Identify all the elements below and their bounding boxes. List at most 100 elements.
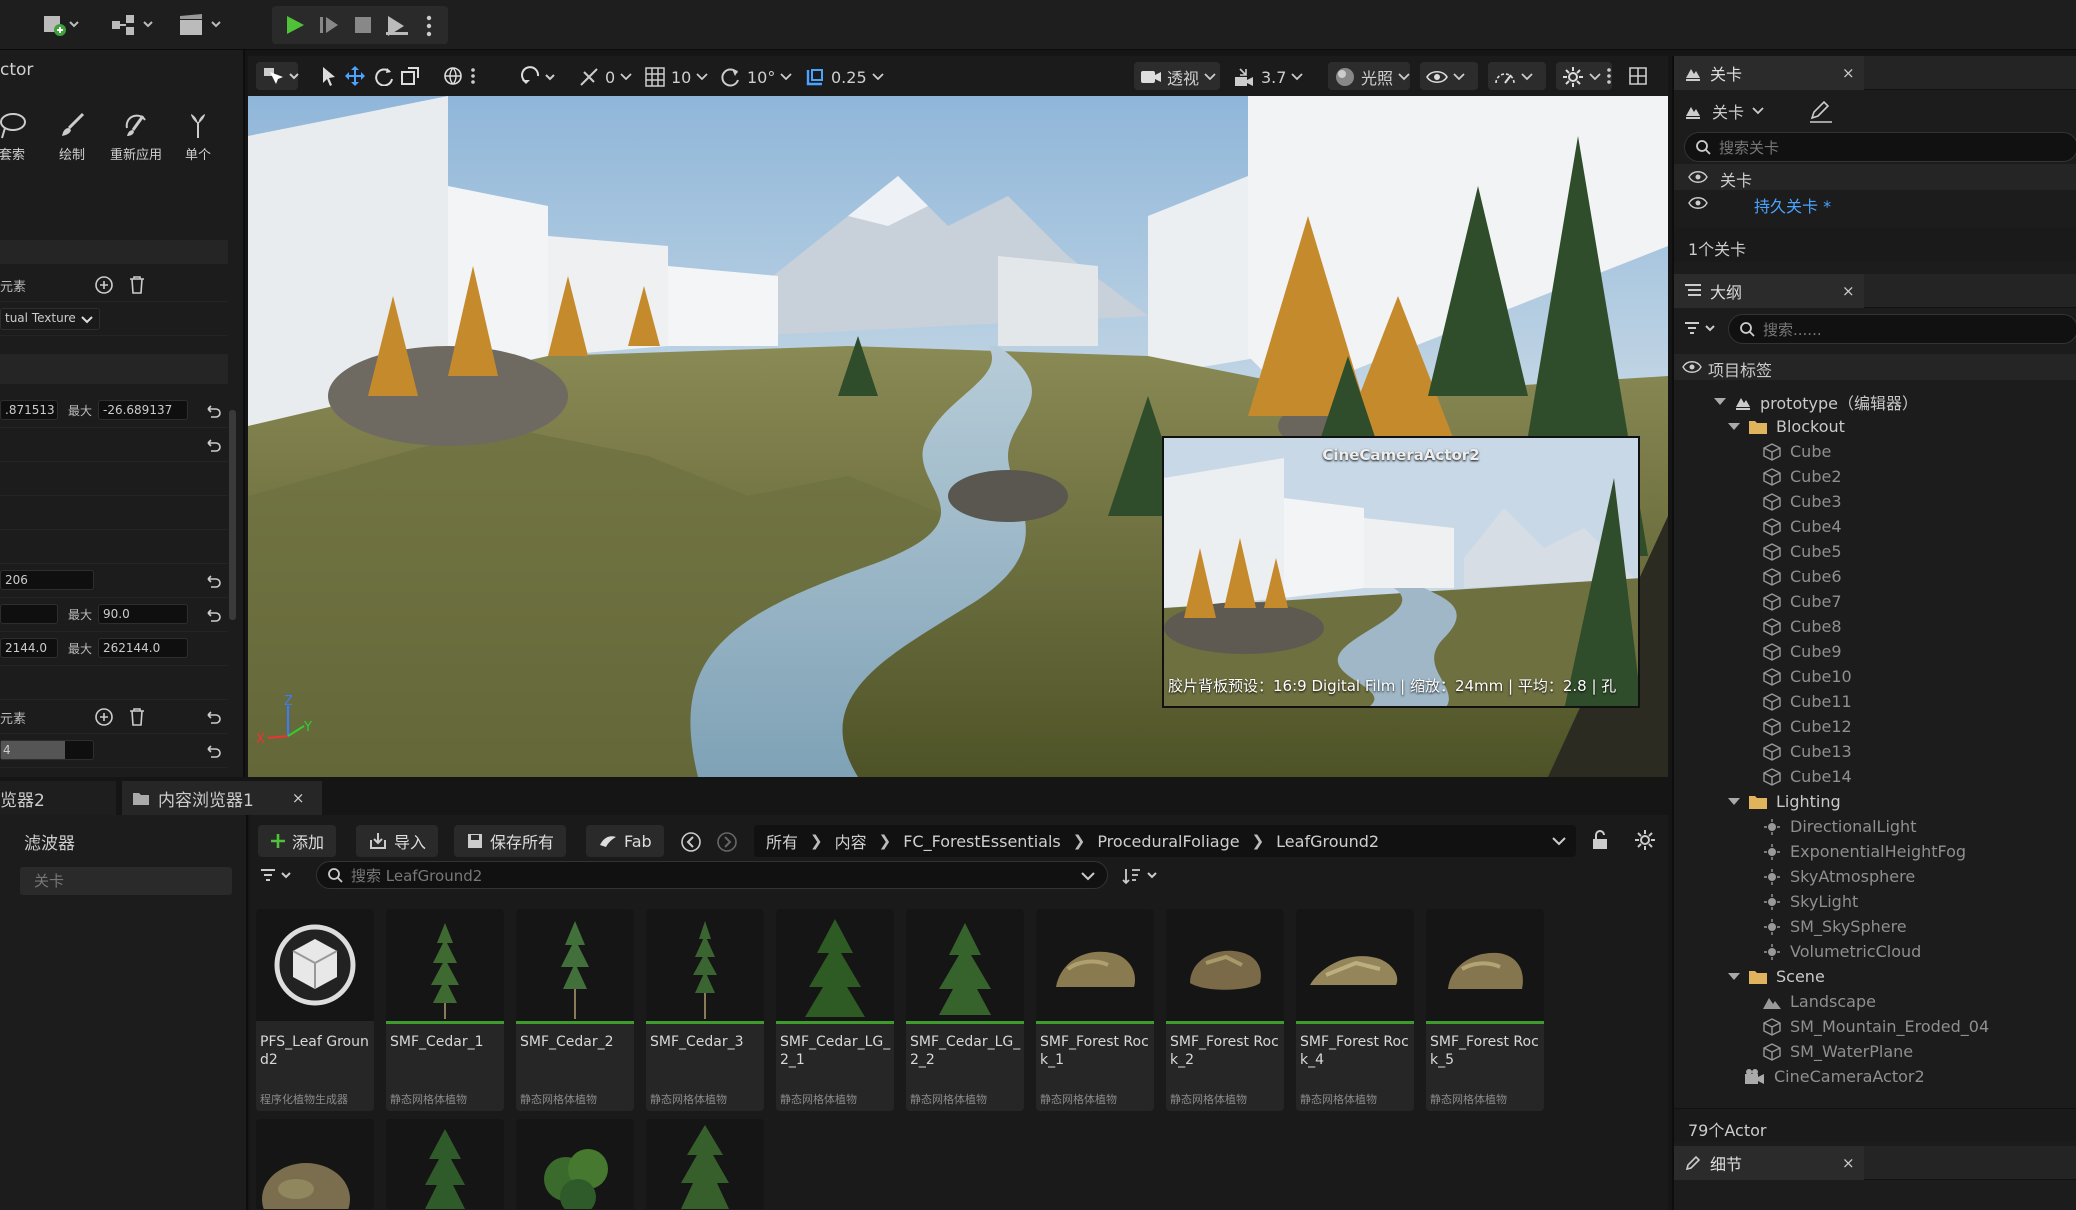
angle-snap-button[interactable]: 0 [578,64,632,90]
persistent-level-row[interactable]: 持久关卡 * [1674,190,2076,216]
expand-arrow-icon[interactable] [1714,398,1726,405]
asset-tile-row2-3[interactable] [516,1119,634,1209]
gear-icon[interactable] [1634,829,1656,851]
asset-tile[interactable]: SMF_Forest Rock_2 静态网格体植物 [1166,909,1284,1111]
filter-icon[interactable] [260,867,296,885]
outliner-item[interactable]: Landscape [1762,989,1876,1014]
reset-arrow-icon[interactable] [204,606,222,624]
asset-search-input[interactable]: 搜索 LeafGround2 [316,861,1108,889]
tab-content-browser-2[interactable]: 览器2 [0,781,116,815]
outliner-item[interactable]: Cube10 [1762,664,1852,689]
outliner-item[interactable]: Cube13 [1762,739,1852,764]
outliner-item[interactable]: Cube4 [1762,514,1842,539]
filter-icon[interactable] [1684,320,1720,338]
levels-search-input[interactable]: 搜索关卡 [1684,132,2076,162]
sort-icon[interactable] [1122,867,1162,885]
more-icon[interactable] [470,66,476,86]
step-icon[interactable] [318,14,340,36]
outliner-item[interactable]: ExponentialHeightFog [1762,839,1966,864]
tab-levels[interactable]: 关卡 × [1674,56,1864,90]
close-icon[interactable]: × [292,789,305,807]
slider-field[interactable]: 4 [0,740,94,760]
outliner-item[interactable]: Cube8 [1762,614,1842,639]
breadcrumb-forest-essentials[interactable]: FC_ForestEssentials [891,832,1073,851]
asset-tile[interactable]: PFS_Leaf Ground2 程序化植物生成器 [256,909,374,1111]
tab-outliner[interactable]: 大纲 × [1674,274,1864,308]
stop-icon[interactable] [352,14,374,36]
max-field-1[interactable]: -26.689137 [98,400,188,420]
asset-tile[interactable]: SMF_Cedar_1 静态网格体植物 [386,909,504,1111]
outliner-search-input[interactable]: 搜索...... [1728,314,2076,344]
expand-arrow-icon[interactable] [1728,973,1740,980]
eject-icon[interactable] [384,14,410,36]
levels-dropdown[interactable]: 关卡 [1684,94,1764,128]
edit-pencil-icon[interactable] [1808,98,1834,124]
forward-arrow-icon[interactable] [716,831,738,853]
outliner-item[interactable]: Cube7 [1762,589,1842,614]
outliner-item[interactable]: Cube [1762,439,1831,464]
outliner-item[interactable]: SM_SkySphere [1762,914,1907,939]
fab-button[interactable]: Fab [586,825,664,857]
min-field-1[interactable]: .871513 [0,400,58,420]
asset-tile[interactable]: SMF_Forest Rock_1 静态网格体植物 [1036,909,1154,1111]
outliner-item[interactable]: Cube9 [1762,639,1842,664]
expand-arrow-icon[interactable] [1728,423,1740,430]
asset-tile[interactable]: SMF_Forest Rock_5 静态网格体植物 [1426,909,1544,1111]
camera-preview[interactable]: CineCameraActor2 胶片背板预设：16:9 Digital Fil… [1162,436,1640,708]
reapply-tool[interactable]: 重新应用 [106,110,166,163]
close-icon[interactable]: × [1842,282,1855,300]
single-tool[interactable]: 单个 [168,110,228,163]
add-actor-button[interactable] [40,10,80,40]
outliner-item[interactable]: Cube12 [1762,714,1852,739]
expand-arrow-icon[interactable] [1728,798,1740,805]
outliner-folder-lighting[interactable]: Lighting [1728,789,1841,814]
max-field-2[interactable]: 90.0 [98,604,188,624]
outliner-item[interactable]: SkyLight [1762,889,1858,914]
outliner-item[interactable]: SM_WaterPlane [1762,1039,1913,1064]
add-element-icon[interactable] [94,707,114,727]
min-field-3[interactable]: 2144.0 [0,638,58,658]
eye-icon[interactable] [1688,195,1708,211]
reset-arrow-icon[interactable] [204,436,222,454]
tab-details[interactable]: 细节 × [1674,1146,1864,1180]
texture-dropdown[interactable]: tual Texture [0,308,100,330]
close-icon[interactable]: × [1842,64,1855,82]
delete-icon[interactable] [128,275,146,295]
close-icon[interactable]: × [1842,1154,1855,1172]
select-arrow-icon[interactable] [320,66,338,86]
breadcrumb-leafground2[interactable]: LeafGround2 [1264,832,1391,851]
reset-arrow-icon[interactable] [204,402,222,420]
lock-icon[interactable] [1590,829,1610,851]
world-space-icon[interactable] [444,66,466,86]
outliner-item[interactable]: VolumetricCloud [1762,939,1921,964]
eye-icon[interactable] [1682,359,1702,375]
lighting-mode-button[interactable]: 光照 [1334,64,1410,90]
asset-tile-row2-2[interactable] [386,1119,504,1209]
outliner-item-cine-camera[interactable]: CineCameraActor2 [1744,1064,1925,1089]
scale-snap-button[interactable]: 0.25 [804,64,884,90]
outliner-root[interactable]: prototype（编辑器） [1714,389,1918,414]
outliner-item[interactable]: Cube14 [1762,764,1852,789]
blueprint-button[interactable] [110,10,156,40]
scrollbar[interactable] [229,410,236,620]
show-flags-button[interactable] [1426,64,1465,90]
scale-gizmo-icon[interactable] [400,66,420,86]
rotate-gizmo-icon[interactable] [374,66,394,86]
outliner-item[interactable]: Cube5 [1762,539,1842,564]
outliner-item[interactable]: Cube6 [1762,564,1842,589]
eye-icon[interactable] [1688,169,1708,185]
camera-speed-button[interactable]: 3.7 [1234,64,1304,90]
save-all-button[interactable]: 保存所有 [454,825,567,857]
breadcrumb-content[interactable]: 内容 [823,829,879,853]
more-icon[interactable] [1606,66,1612,86]
reset-arrow-icon[interactable] [204,742,222,760]
import-button[interactable]: 导入 [356,825,439,857]
breadcrumb-all[interactable]: 所有 [754,829,810,853]
add-button[interactable]: 添加 [258,825,337,857]
delete-icon[interactable] [128,707,146,727]
filter-input[interactable]: 关卡 [20,867,232,895]
grid-snap-button[interactable]: 10 [644,64,708,90]
asset-tile[interactable]: SMF_Cedar_LG_2_1 静态网格体植物 [776,909,894,1111]
outliner-item[interactable]: SM_Mountain_Eroded_04 [1762,1014,1989,1039]
reset-arrow-icon[interactable] [204,708,222,726]
